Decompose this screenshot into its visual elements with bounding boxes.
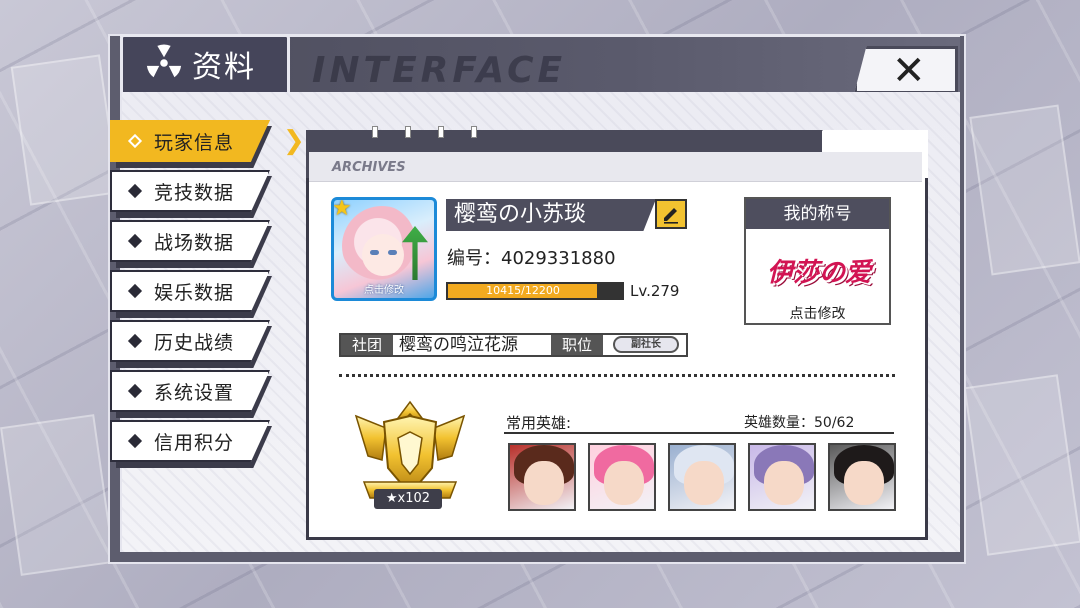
panel-clip <box>438 126 444 138</box>
tab-system-settings[interactable]: 系统设置 <box>110 370 270 412</box>
hero-face <box>684 461 724 505</box>
crest-star-count: ★x102 <box>374 489 442 509</box>
club-name[interactable]: 樱鸾の鸣泣花源 <box>399 335 518 355</box>
diamond-icon <box>127 183 143 199</box>
tab-label: 竞技数据 <box>154 181 235 204</box>
exp-text: 10415/12200 <box>486 284 560 297</box>
tab-entertainment-data[interactable]: 娱乐数据 <box>110 270 270 312</box>
diamond-icon <box>127 233 143 249</box>
active-tab-arrow-icon: ❯ <box>283 126 305 156</box>
tab-arena-data[interactable]: 竞技数据 <box>110 170 270 212</box>
avatar[interactable]: ★ 点击修改 <box>331 197 437 301</box>
heroes-divider <box>504 432 894 434</box>
close-icon[interactable]: ✕ <box>892 47 926 95</box>
avatar-face <box>362 234 404 276</box>
player-id: 编号：4029331880 <box>447 244 616 270</box>
tab-label: 系统设置 <box>154 381 235 404</box>
hero-face <box>764 461 804 505</box>
interface-watermark: INTERFACE <box>312 50 567 91</box>
panel-clip <box>372 126 378 138</box>
player-level: Lv.279 <box>630 282 680 300</box>
tab-label: 玩家信息 <box>154 131 235 154</box>
bg-comic-panel <box>10 54 120 206</box>
diamond-icon <box>127 383 143 399</box>
position-badge: 副社长 <box>613 336 679 353</box>
tab-battlefield-data[interactable]: 战场数据 <box>110 220 270 262</box>
position-tag: 职位 <box>551 335 603 355</box>
edit-name-button[interactable] <box>655 199 687 229</box>
title-card[interactable]: 我的称号 伊莎の爱 点击修改 <box>744 197 891 325</box>
section-divider <box>339 374 895 377</box>
tab-player-info[interactable]: 玩家信息 <box>110 120 270 162</box>
panel-clip <box>471 126 477 138</box>
tab-label: 信用积分 <box>154 431 235 454</box>
diamond-icon <box>127 283 143 299</box>
hero-portrait[interactable] <box>588 443 656 511</box>
avatar-eye <box>370 250 379 255</box>
window-title: 资料 <box>192 50 256 85</box>
tab-label: 历史战绩 <box>154 331 235 354</box>
panel-header-cut <box>803 130 823 150</box>
exp-bar: 10415/12200 <box>446 282 624 300</box>
tab-label: 娱乐数据 <box>154 281 235 304</box>
hero-face <box>604 461 644 505</box>
diamond-icon <box>127 333 143 349</box>
avatar-eye <box>388 250 397 255</box>
title-card-header: 我的称号 <box>746 199 889 229</box>
title-badge-art: 伊莎の爱 <box>766 258 871 288</box>
tab-match-history[interactable]: 历史战绩 <box>110 320 270 362</box>
hero-face <box>524 461 564 505</box>
diamond-icon <box>127 133 143 149</box>
panel-clip <box>405 126 411 138</box>
hero-portrait[interactable] <box>508 443 576 511</box>
player-id-label: 编号： <box>447 248 501 269</box>
tab-label: 战场数据 <box>154 231 235 254</box>
avatar-caption: 点击修改 <box>364 285 404 296</box>
diamond-icon <box>127 433 143 449</box>
hero-count: 英雄数量：50/62 <box>744 415 855 431</box>
tab-credit-score[interactable]: 信用积分 <box>110 420 270 462</box>
hero-portrait[interactable] <box>748 443 816 511</box>
player-name: 樱鸾の小苏琰 <box>446 199 656 231</box>
favorite-heroes-label: 常用英雄: <box>506 414 572 432</box>
pencil-icon <box>664 208 678 224</box>
player-id-value: 4029331880 <box>501 248 616 269</box>
hero-portrait[interactable] <box>828 443 896 511</box>
star-icon: ★ <box>332 197 352 221</box>
radiation-icon <box>146 44 182 78</box>
hero-portrait[interactable] <box>668 443 736 511</box>
title-card-edit[interactable]: 点击修改 <box>746 303 889 323</box>
club-tag: 社团 <box>341 335 393 355</box>
hero-face <box>844 461 884 505</box>
club-row: 社团 樱鸾の鸣泣花源 职位 副社长 <box>339 333 688 357</box>
archives-label: ARCHIVES <box>332 160 406 175</box>
